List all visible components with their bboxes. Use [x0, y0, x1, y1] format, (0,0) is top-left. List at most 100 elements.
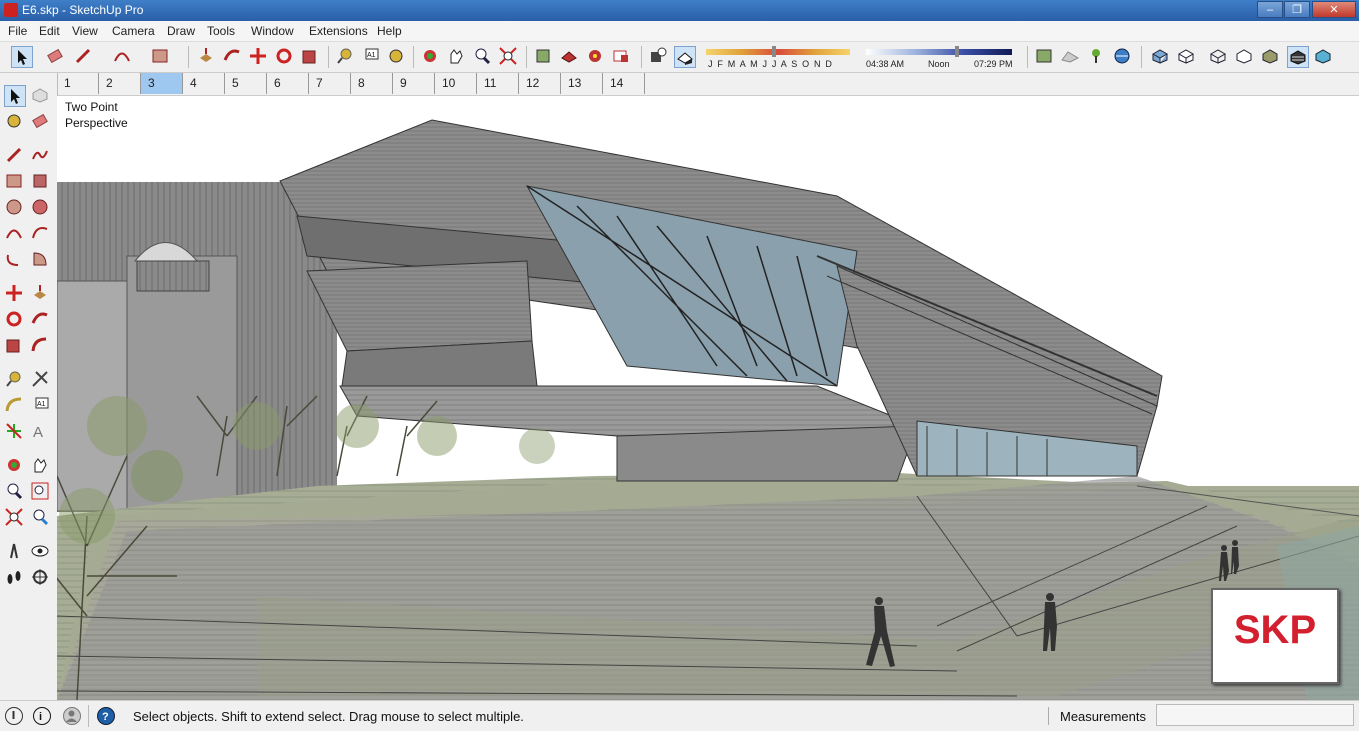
- select-tool[interactable]: [4, 85, 26, 107]
- arc-tool[interactable]: [4, 223, 26, 245]
- walk-tool[interactable]: [4, 567, 26, 589]
- scene-tab-3[interactable]: 3: [141, 73, 183, 94]
- follow-me-tool-button[interactable]: [222, 46, 244, 68]
- arc-tool-button[interactable]: [112, 46, 134, 68]
- shaded-style-button[interactable]: [1260, 46, 1282, 68]
- back-edges-style-button[interactable]: [1176, 46, 1198, 68]
- menu-draw[interactable]: Draw: [167, 24, 195, 38]
- tape-measure-tool[interactable]: [4, 369, 26, 391]
- look-around-tool[interactable]: [30, 541, 52, 563]
- eraser-tool[interactable]: [30, 111, 52, 133]
- push-pull-tool-button[interactable]: [196, 46, 218, 68]
- maximize-button[interactable]: ❐: [1284, 1, 1310, 18]
- shadows-toggle-button[interactable]: [648, 46, 670, 68]
- line-tool[interactable]: [4, 145, 26, 167]
- rectangle-tool[interactable]: [4, 171, 26, 193]
- push-pull-tool[interactable]: [30, 283, 52, 305]
- sketchup-app-icon[interactable]: [4, 3, 18, 17]
- menu-file[interactable]: File: [8, 24, 27, 38]
- user-account-icon[interactable]: [63, 707, 81, 725]
- menu-camera[interactable]: Camera: [112, 24, 155, 38]
- two-point-arc-tool[interactable]: [30, 223, 52, 245]
- pencil-tool-button[interactable]: [73, 46, 95, 68]
- paint-bucket-tool-button[interactable]: [386, 46, 408, 68]
- wireframe-style-button[interactable]: [1208, 46, 1230, 68]
- menu-window[interactable]: Window: [251, 24, 294, 38]
- measurements-input[interactable]: [1156, 704, 1354, 726]
- location-button[interactable]: [1034, 46, 1056, 68]
- xray-style-button[interactable]: [1150, 46, 1172, 68]
- terrain-button[interactable]: [1060, 46, 1082, 68]
- text-tool-button[interactable]: A1: [360, 46, 382, 68]
- protractor-tool[interactable]: [4, 395, 26, 417]
- freehand-tool[interactable]: [30, 145, 52, 167]
- zoom-tool[interactable]: [4, 481, 26, 503]
- share-component-button[interactable]: [585, 46, 607, 68]
- move-tool-button[interactable]: [248, 46, 270, 68]
- scene-tab-12[interactable]: 12: [519, 73, 561, 94]
- menu-tools[interactable]: Tools: [207, 24, 235, 38]
- scene-tab-9[interactable]: 9: [393, 73, 435, 94]
- orbit-tool-button[interactable]: [420, 46, 442, 68]
- scene-tab-7[interactable]: 7: [309, 73, 351, 94]
- tape-measure-tool-button[interactable]: [335, 46, 357, 68]
- model-viewport[interactable]: Two Point Perspective SKP: [57, 96, 1359, 700]
- scene-tab-8[interactable]: 8: [351, 73, 393, 94]
- scene-tab-14[interactable]: 14: [603, 73, 645, 94]
- instructor-help-icon[interactable]: ?: [97, 707, 115, 725]
- credits-icon[interactable]: i: [33, 707, 51, 725]
- menu-edit[interactable]: Edit: [39, 24, 60, 38]
- position-camera-tool[interactable]: [4, 541, 26, 563]
- extension-warehouse-button[interactable]: [611, 46, 633, 68]
- zoom-tool-button[interactable]: [472, 46, 494, 68]
- offset-tool[interactable]: [30, 335, 52, 357]
- rotate-tool-button[interactable]: [274, 46, 296, 68]
- share-model-button[interactable]: [559, 46, 581, 68]
- select-tool-button[interactable]: [11, 46, 33, 68]
- menu-view[interactable]: View: [72, 24, 98, 38]
- zoom-window-tool[interactable]: [30, 481, 52, 503]
- move-tool[interactable]: [4, 283, 26, 305]
- eraser-tool-button[interactable]: [45, 46, 67, 68]
- make-component-tool[interactable]: [30, 85, 52, 107]
- section-plane-tool[interactable]: [30, 567, 52, 589]
- scene-tab-13[interactable]: 13: [561, 73, 603, 94]
- rectangle-tool-button[interactable]: [150, 46, 172, 68]
- text-tool[interactable]: A1: [30, 395, 52, 417]
- warehouse-button[interactable]: [533, 46, 555, 68]
- geo-location-icon[interactable]: [5, 707, 23, 725]
- time-slider-handle[interactable]: [955, 46, 959, 57]
- scene-tab-6[interactable]: 6: [267, 73, 309, 94]
- follow-me-tool[interactable]: [30, 309, 52, 331]
- 3d-text-tool[interactable]: A: [30, 421, 52, 443]
- scene-tab-2[interactable]: 2: [99, 73, 141, 94]
- pan-tool-button[interactable]: [446, 46, 468, 68]
- hidden-line-style-button[interactable]: [1234, 46, 1256, 68]
- pie-tool[interactable]: [30, 249, 52, 271]
- axes-tool[interactable]: [4, 421, 26, 443]
- preview-google-earth-button[interactable]: [1112, 46, 1134, 68]
- display-shadows-button[interactable]: [674, 46, 696, 68]
- zoom-extents-tool-button[interactable]: [498, 46, 520, 68]
- scene-tab-4[interactable]: 4: [183, 73, 225, 94]
- scale-tool-button[interactable]: [300, 46, 322, 68]
- paint-bucket-tool[interactable]: [4, 111, 26, 133]
- orbit-tool[interactable]: [4, 455, 26, 477]
- monochrome-style-button[interactable]: [1313, 46, 1335, 68]
- rotated-rectangle-tool[interactable]: [30, 171, 52, 193]
- scene-tab-11[interactable]: 11: [477, 73, 519, 94]
- month-slider-handle[interactable]: [772, 46, 776, 57]
- close-button[interactable]: ✕: [1312, 1, 1356, 18]
- scene-tab-1[interactable]: 1: [57, 73, 99, 94]
- zoom-extents-tool[interactable]: [4, 507, 26, 529]
- three-point-arc-tool[interactable]: [4, 249, 26, 271]
- rotate-tool[interactable]: [4, 309, 26, 331]
- previous-view-tool[interactable]: [30, 507, 52, 529]
- menu-help[interactable]: Help: [377, 24, 402, 38]
- menu-extensions[interactable]: Extensions: [309, 24, 368, 38]
- scene-tab-5[interactable]: 5: [225, 73, 267, 94]
- minimize-button[interactable]: –: [1257, 1, 1283, 18]
- dimension-tool[interactable]: [30, 369, 52, 391]
- shaded-textures-style-button[interactable]: [1287, 46, 1309, 68]
- pan-tool[interactable]: [30, 455, 52, 477]
